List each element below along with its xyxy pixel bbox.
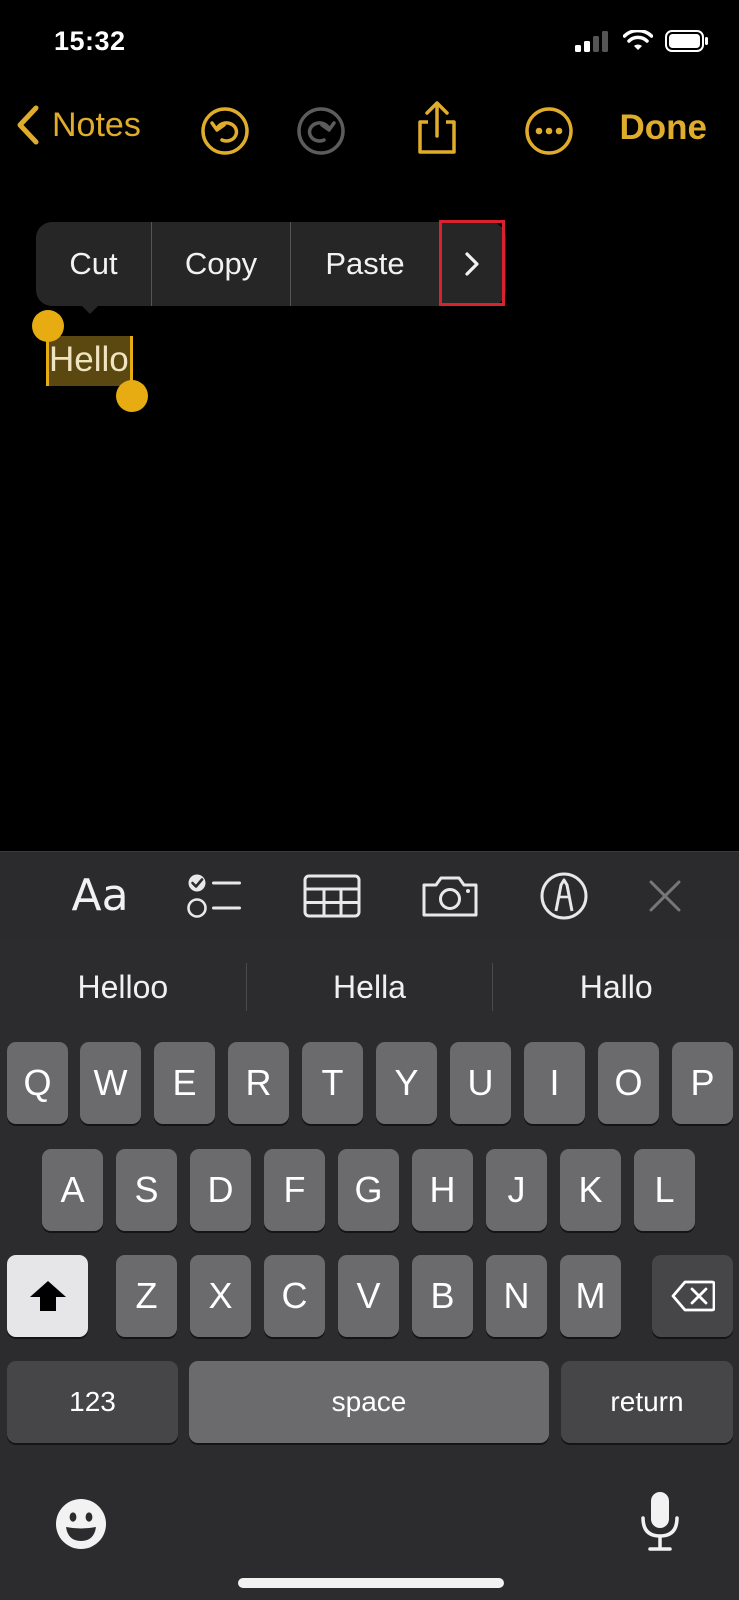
chevron-left-icon [17, 105, 39, 145]
key-g[interactable]: G [338, 1149, 399, 1231]
checklist-icon [187, 874, 241, 918]
predictive-suggestions: Helloo Hella Hallo [0, 952, 739, 1022]
cut-button[interactable]: Cut [36, 222, 151, 306]
home-indicator[interactable] [238, 1578, 504, 1588]
key-n[interactable]: N [486, 1255, 547, 1337]
suggestion-item[interactable]: Hallo [493, 969, 739, 1006]
key-v[interactable]: V [338, 1255, 399, 1337]
battery-icon [665, 30, 708, 52]
back-label: Notes [52, 105, 141, 144]
key-z[interactable]: Z [116, 1255, 177, 1337]
status-time: 15:32 [54, 26, 126, 56]
done-button[interactable]: Done [620, 108, 708, 148]
key-t[interactable]: T [302, 1042, 363, 1124]
key-r[interactable]: R [228, 1042, 289, 1124]
table-icon [303, 874, 361, 917]
back-button[interactable]: Notes [14, 104, 141, 146]
key-s[interactable]: S [116, 1149, 177, 1231]
format-label: Aa [71, 870, 129, 921]
format-button[interactable]: Aa [60, 852, 140, 939]
backspace-icon [671, 1280, 715, 1312]
key-a[interactable]: A [42, 1149, 103, 1231]
key-f[interactable]: F [264, 1149, 325, 1231]
format-toolbar: Aa [0, 851, 739, 939]
key-c[interactable]: C [264, 1255, 325, 1337]
table-button[interactable] [300, 852, 364, 939]
markup-button[interactable] [536, 852, 592, 939]
key-h[interactable]: H [412, 1149, 473, 1231]
key-k[interactable]: K [560, 1149, 621, 1231]
share-icon[interactable] [414, 100, 460, 156]
menu-pointer [76, 300, 104, 314]
key-o[interactable]: O [598, 1042, 659, 1124]
checklist-button[interactable] [180, 852, 250, 939]
shift-key[interactable] [7, 1255, 88, 1337]
cellular-signal-icon [575, 31, 608, 52]
delete-key[interactable] [652, 1255, 733, 1337]
key-y[interactable]: Y [376, 1042, 437, 1124]
key-w[interactable]: W [80, 1042, 141, 1124]
more-options-icon[interactable] [524, 106, 574, 156]
key-x[interactable]: X [190, 1255, 251, 1337]
close-toolbar-button[interactable] [640, 852, 690, 939]
key-e[interactable]: E [154, 1042, 215, 1124]
return-key[interactable]: return [561, 1361, 733, 1443]
status-icons [575, 30, 709, 52]
copy-button[interactable]: Copy [152, 222, 290, 306]
key-u[interactable]: U [450, 1042, 511, 1124]
microphone-icon[interactable] [638, 1490, 682, 1554]
key-l[interactable]: L [634, 1149, 695, 1231]
selection-start-bar [46, 336, 49, 386]
selection-end-handle[interactable] [116, 380, 148, 412]
key-j[interactable]: J [486, 1149, 547, 1231]
key-d[interactable]: D [190, 1149, 251, 1231]
space-key[interactable]: space [189, 1361, 549, 1443]
camera-icon [422, 876, 478, 916]
selection-end-bar [130, 336, 133, 386]
note-text[interactable]: Hello [49, 340, 129, 380]
highlight-box [439, 220, 505, 306]
suggestion-item[interactable]: Hella [247, 969, 493, 1006]
camera-button[interactable] [418, 852, 482, 939]
key-i[interactable]: I [524, 1042, 585, 1124]
undo-icon[interactable] [200, 106, 250, 156]
emoji-icon[interactable] [54, 1497, 108, 1551]
key-b[interactable]: B [412, 1255, 473, 1337]
key-p[interactable]: P [672, 1042, 733, 1124]
key-m[interactable]: M [560, 1255, 621, 1337]
selection-start-handle[interactable] [32, 310, 64, 342]
wifi-icon [623, 30, 653, 50]
redo-icon[interactable] [296, 106, 346, 156]
paste-button[interactable]: Paste [291, 222, 439, 306]
suggestion-item[interactable]: Helloo [0, 969, 246, 1006]
markup-pen-icon [540, 872, 588, 919]
numbers-key[interactable]: 123 [7, 1361, 178, 1443]
edit-menu: Cut Copy Paste [36, 222, 506, 306]
key-q[interactable]: Q [7, 1042, 68, 1124]
shift-arrow-icon [29, 1281, 66, 1311]
close-icon [649, 880, 681, 911]
